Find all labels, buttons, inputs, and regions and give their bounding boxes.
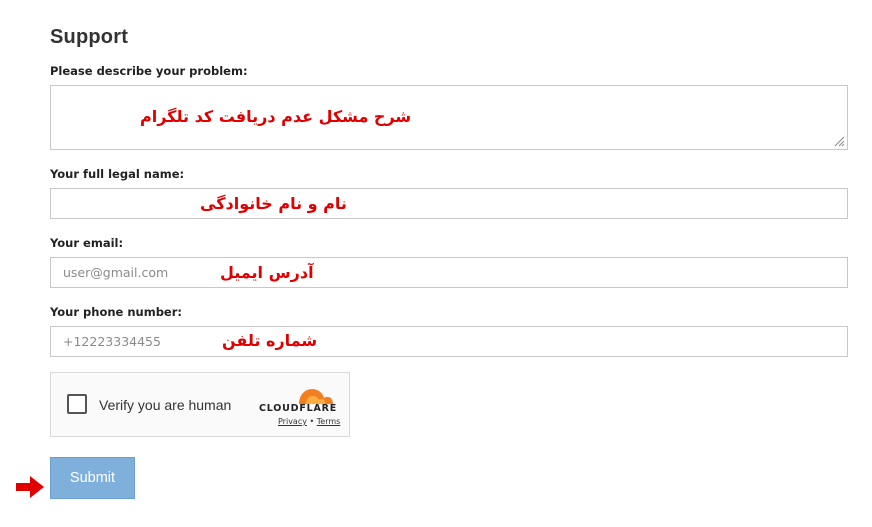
captcha-links: Privacy • Terms xyxy=(278,417,340,426)
phone-placeholder: +12223334455 xyxy=(63,334,161,349)
problem-label: Please describe your problem: xyxy=(50,64,248,78)
support-page: Support Please describe your problem: شر… xyxy=(0,0,872,527)
red-arrow-right-icon xyxy=(16,476,44,498)
email-input[interactable]: user@gmail.com xyxy=(50,257,848,288)
cloudflare-wordmark: CLOUDFLARE xyxy=(259,403,338,414)
captcha-widget: Verify you are human CLOUDFLARE Privacy … xyxy=(50,372,350,437)
problem-annotation: شرح مشکل عدم دریافت کد تلگرام xyxy=(140,107,412,126)
page-title: Support xyxy=(50,26,129,48)
name-input[interactable] xyxy=(50,188,848,219)
verify-checkbox[interactable] xyxy=(67,394,87,414)
cloudflare-logo-icon xyxy=(299,389,333,404)
phone-label: Your phone number: xyxy=(50,305,183,319)
name-annotation: نام و نام خانوادگی xyxy=(200,194,347,213)
resize-handle-icon[interactable] xyxy=(833,135,845,147)
email-label: Your email: xyxy=(50,236,124,250)
email-annotation: آدرس ایمیل xyxy=(220,263,314,282)
terms-link[interactable]: Terms xyxy=(317,417,341,426)
email-placeholder: user@gmail.com xyxy=(63,265,169,280)
submit-button[interactable]: Submit xyxy=(50,457,135,499)
phone-input[interactable]: +12223334455 xyxy=(50,326,848,357)
privacy-link[interactable]: Privacy xyxy=(278,417,307,426)
link-separator: • xyxy=(306,417,317,426)
phone-annotation: شماره تلفن xyxy=(222,331,318,350)
name-label: Your full legal name: xyxy=(50,167,185,181)
verify-label: Verify you are human xyxy=(99,397,232,413)
